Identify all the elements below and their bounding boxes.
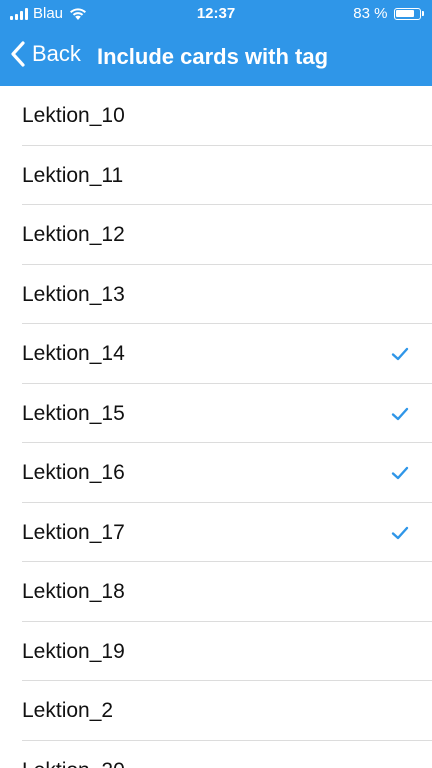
tag-label: Lektion_2 bbox=[22, 699, 114, 722]
battery-percent: 83 % bbox=[353, 5, 388, 22]
tag-row[interactable]: Lektion_16 bbox=[0, 443, 432, 503]
tag-row[interactable]: Lektion_10 bbox=[0, 86, 432, 146]
tag-label: Lektion_10 bbox=[22, 104, 125, 127]
battery-cap bbox=[422, 11, 424, 16]
chevron-left-icon bbox=[11, 41, 25, 67]
tag-row[interactable]: Lektion_20 bbox=[0, 741, 432, 768]
tag-label: Lektion_17 bbox=[22, 520, 125, 544]
checkmark-icon bbox=[391, 466, 409, 480]
tag-label: Lektion_14 bbox=[22, 342, 125, 365]
tag-row[interactable]: Lektion_17 bbox=[0, 503, 432, 563]
checkmark-icon bbox=[391, 347, 409, 361]
tag-label: Lektion_16 bbox=[22, 461, 125, 484]
tag-label: Lektion_19 bbox=[22, 639, 125, 663]
status-bar: Blau 12:37 83 % bbox=[0, 0, 432, 28]
tag-label: Lektion_18 bbox=[22, 580, 125, 603]
tag-label: Lektion_13 bbox=[22, 282, 125, 306]
battery-level bbox=[396, 10, 415, 17]
page-title: Include cards with tag bbox=[97, 44, 329, 69]
checkmark-icon bbox=[391, 407, 409, 420]
back-label: Back bbox=[32, 41, 81, 66]
navigation-bar: Back Include cards with tag bbox=[0, 28, 432, 86]
tag-label: Lektion_15 bbox=[22, 401, 125, 425]
tag-row[interactable]: Lektion_15 bbox=[0, 384, 432, 444]
back-button[interactable]: Back bbox=[10, 40, 81, 68]
tag-row[interactable]: Lektion_12 bbox=[0, 205, 432, 265]
tag-row[interactable]: Lektion_14 bbox=[0, 324, 432, 384]
tag-list: Lektion_10 Lektion_11 Lektion_12 Lektion_13… bbox=[0, 86, 432, 768]
tag-row[interactable]: Lektion_2 bbox=[0, 681, 432, 741]
tag-row[interactable]: Lektion_13 bbox=[0, 265, 432, 325]
tag-row[interactable]: Lektion_11 bbox=[0, 146, 432, 206]
battery-icon bbox=[393, 7, 421, 20]
tag-label: Lektion_12 bbox=[22, 223, 125, 246]
checkmark-icon bbox=[391, 526, 409, 539]
tag-row[interactable]: Lektion_18 bbox=[0, 562, 432, 622]
tag-label: Lektion_20 bbox=[22, 741, 125, 768]
tag-row[interactable]: Lektion_19 bbox=[0, 622, 432, 682]
status-right: 83 % bbox=[353, 5, 424, 22]
tag-label: Lektion_11 bbox=[22, 163, 124, 187]
